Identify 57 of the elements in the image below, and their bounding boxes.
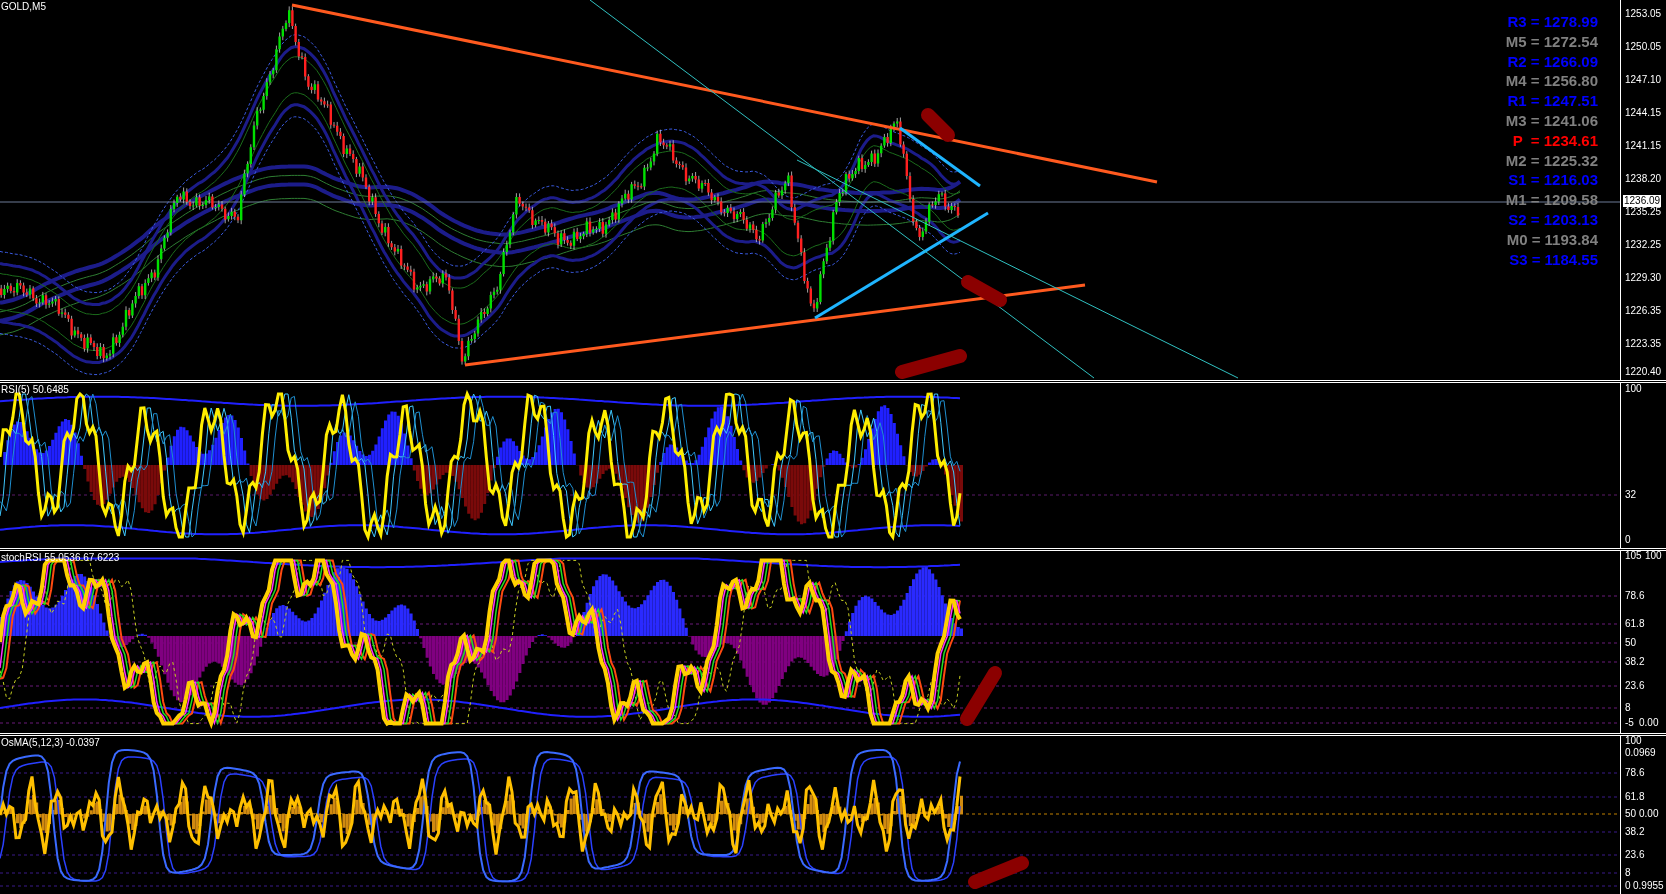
- pivot-level-label: M3 = 1241.06: [1505, 111, 1598, 131]
- axis-tick-label: 23.6: [1625, 680, 1645, 692]
- axis-tick-label: 1241.15: [1625, 140, 1662, 152]
- marker-stroke: [960, 666, 1002, 726]
- axis-tick-label: -5: [1625, 717, 1634, 729]
- chart-symbol-title: GOLD,M5: [1, 1, 46, 13]
- axis-tick-label: 1253.05: [1625, 8, 1662, 20]
- axis-tick-label: 1220.40: [1625, 366, 1662, 378]
- axis-tick-label: 61.8: [1625, 618, 1645, 630]
- axis-tick-label: 50: [1625, 808, 1637, 820]
- axis-tick-label: 0.0969: [1625, 747, 1656, 759]
- indicator-title: OsMA(5,12,3) -0.0397: [1, 737, 100, 749]
- axis-tick-label: 0: [1625, 880, 1631, 892]
- axis-tick-label: 0.9955: [1633, 880, 1664, 892]
- axis-tick-label: 0.00: [1639, 717, 1659, 729]
- pivot-level-label: R1 = 1247.51: [1507, 91, 1598, 111]
- axis-tick-label: 1232.25: [1625, 239, 1662, 251]
- axis-tick-label: 1247.10: [1625, 74, 1662, 86]
- marker-stroke: [921, 108, 955, 142]
- axis-tick-label: 1238.20: [1625, 173, 1662, 185]
- axis-tick-label: 8: [1625, 867, 1631, 879]
- axis-tick-label: 100: [1625, 735, 1642, 747]
- pivot-level-label: M2 = 1225.32: [1505, 150, 1598, 171]
- axis-tick-label: 38.2: [1625, 656, 1645, 668]
- axis-tick-label: 100: [1645, 550, 1662, 562]
- current-price-label: 1236.09: [1623, 195, 1662, 207]
- axis-tick-label: 38.2: [1625, 826, 1645, 838]
- pivot-level-label: P = 1234.61: [1512, 130, 1598, 151]
- pivot-level-label: M5 = 1272.54: [1505, 31, 1598, 52]
- axis-tick-label: 100: [1625, 383, 1642, 395]
- pivot-level-label: M0 = 1193.84: [1506, 229, 1598, 250]
- axis-tick-label: 61.8: [1625, 791, 1645, 803]
- axis-tick-label: 1244.15: [1625, 107, 1662, 119]
- axis-tick-label: 0: [1625, 534, 1631, 546]
- axis-tick-label: 23.6: [1625, 849, 1645, 861]
- axis-tick-label: 0.00: [1639, 808, 1659, 820]
- axis-tick-label: 32: [1625, 489, 1637, 501]
- axis-tick-label: 1229.30: [1625, 272, 1662, 284]
- axis-tick-label: 105: [1625, 550, 1642, 562]
- pivot-level-label: M4 = 1256.80: [1505, 71, 1598, 92]
- indicator-title: RSI(5) 50.6485: [1, 384, 69, 396]
- axis-tick-label: 1235.25: [1625, 206, 1662, 218]
- marker-stroke: [895, 349, 967, 379]
- pivot-level-label: S1 = 1216.03: [1508, 170, 1598, 191]
- marker-stroke: [961, 275, 1007, 307]
- pivot-level-label: R3 = 1278.99: [1507, 12, 1598, 32]
- pivot-level-label: S2 = 1203.13: [1508, 209, 1598, 230]
- axis-tick-label: 78.6: [1625, 767, 1645, 779]
- axis-tick-label: 8: [1625, 702, 1631, 714]
- axis-tick-label: 1223.35: [1625, 338, 1662, 350]
- pivot-level-label: R2 = 1266.09: [1507, 51, 1598, 72]
- pivot-level-label: S3 = 1184.55: [1509, 249, 1598, 270]
- axis-tick-label: 50: [1625, 637, 1637, 649]
- axis-tick-label: 1250.05: [1625, 41, 1662, 53]
- marker-stroke: [968, 856, 1029, 889]
- axis-tick-label: 78.6: [1625, 590, 1645, 602]
- axis-tick-label: 1226.35: [1625, 305, 1662, 317]
